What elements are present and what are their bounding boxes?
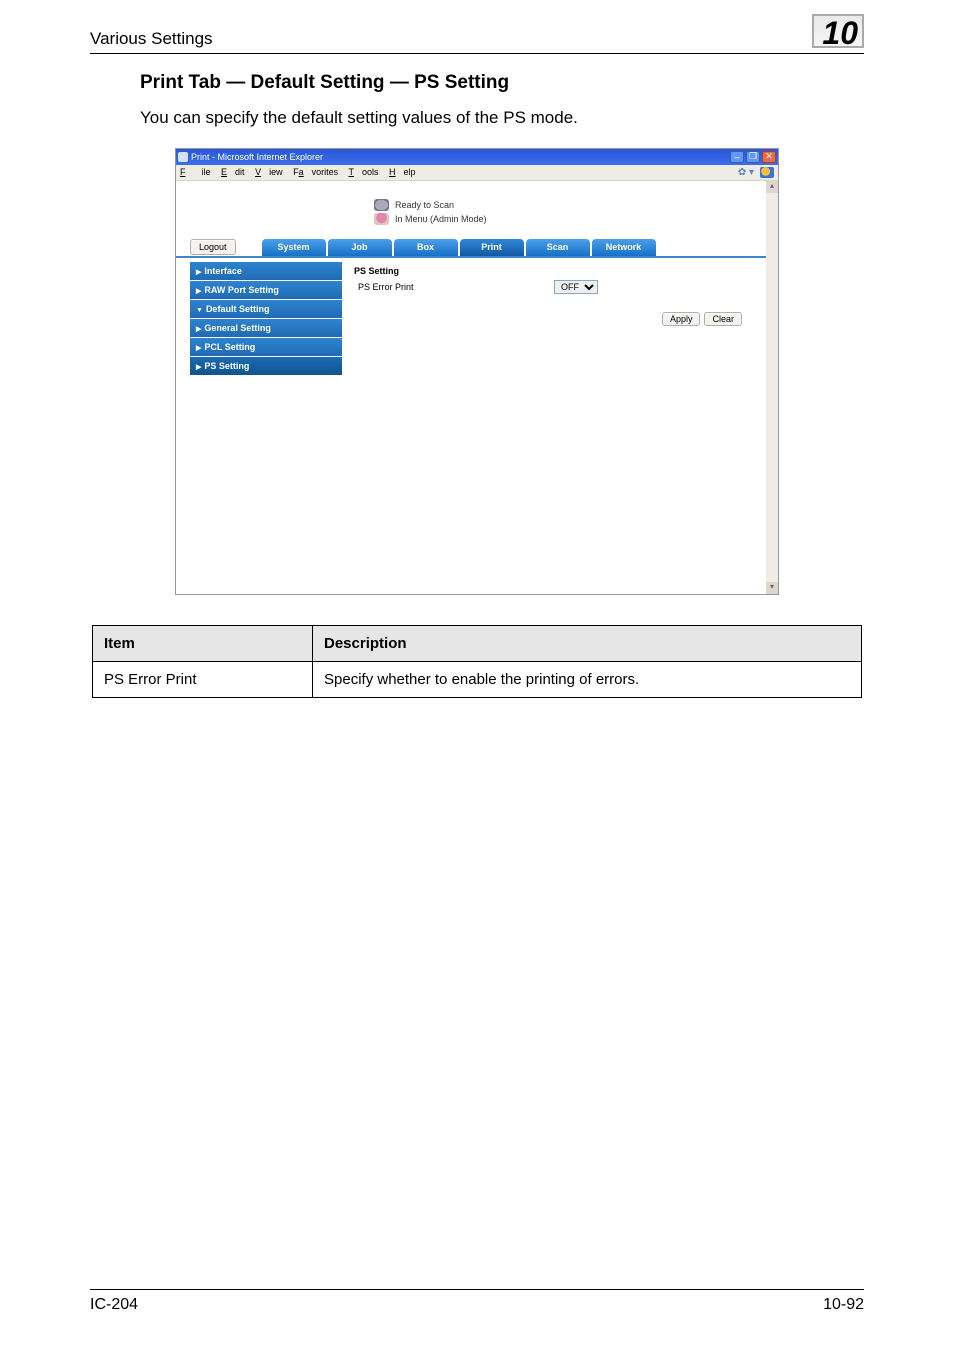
sidebar-item-raw-port[interactable]: RAW Port Setting [190,281,342,300]
close-button[interactable]: ✕ [762,151,776,163]
tab-print[interactable]: Print [460,239,524,256]
chapter-box: 10 [812,14,864,48]
menu-tools[interactable]: Tools [349,167,379,177]
menu-help[interactable]: Help [389,167,416,177]
status-mode: In Menu (Admin Mode) [395,214,487,224]
minimize-button[interactable]: – [730,151,744,163]
scroll-up[interactable] [766,181,778,193]
scrollbar[interactable] [766,181,778,594]
breadcrumb: Various Settings [90,29,213,49]
menu-view[interactable]: View [255,167,283,177]
links-icon[interactable]: ✿ ▾ [738,167,754,178]
ie-icon [178,152,188,162]
footer-right: 10-92 [823,1296,864,1314]
menu-edit[interactable]: Edit [221,167,245,177]
sidebar-item-ps[interactable]: PS Setting [190,357,342,376]
tab-scan[interactable]: Scan [526,239,590,256]
footer-left: IC-204 [90,1296,138,1314]
menu-favorites[interactable]: Favorites [293,167,338,177]
sidebar-item-interface[interactable]: Interface [190,262,342,281]
embedded-screenshot: Print - Microsoft Internet Explorer – ❐ … [175,148,779,595]
window-title: Print - Microsoft Internet Explorer [191,152,323,162]
cell-item: PS Error Print [93,661,313,697]
titlebar: Print - Microsoft Internet Explorer – ❐ … [176,149,778,165]
status-ready: Ready to Scan [395,200,454,210]
chapter-number: 10 [822,15,858,51]
windows-logo-icon [760,167,774,178]
section-heading: Print Tab — Default Setting — PS Setting [140,72,864,94]
sidebar-item-default-setting[interactable]: Default Setting [190,300,342,319]
th-item: Item [93,625,313,661]
ps-error-print-select[interactable]: OFF [554,280,598,294]
menu-mode-icon [374,213,389,225]
cell-desc: Specify whether to enable the printing o… [313,661,862,697]
panel-title: PS Setting [354,266,750,276]
sidebar-item-general[interactable]: General Setting [190,319,342,338]
sidebar: Interface RAW Port Setting Default Setti… [190,262,342,376]
clear-button[interactable]: Clear [704,312,742,326]
th-description: Description [313,625,862,661]
scroll-down[interactable] [766,582,778,594]
sidebar-item-pcl[interactable]: PCL Setting [190,338,342,357]
logout-button[interactable]: Logout [190,239,236,255]
tab-box[interactable]: Box [394,239,458,256]
section-body: You can specify the default setting valu… [140,106,864,130]
menu-file[interactable]: File [180,167,211,177]
ps-error-print-label: PS Error Print [354,282,554,292]
maximize-button[interactable]: ❐ [746,151,760,163]
printer-icon [374,199,389,211]
settings-table: Item Description PS Error Print Specify … [92,625,862,698]
tab-network[interactable]: Network [592,239,656,256]
table-row: PS Error Print Specify whether to enable… [93,661,862,697]
tab-job[interactable]: Job [328,239,392,256]
apply-button[interactable]: Apply [662,312,701,326]
menubar: File Edit View Favorites Tools Help ✿ ▾ [176,165,778,181]
tab-system[interactable]: System [262,239,326,256]
